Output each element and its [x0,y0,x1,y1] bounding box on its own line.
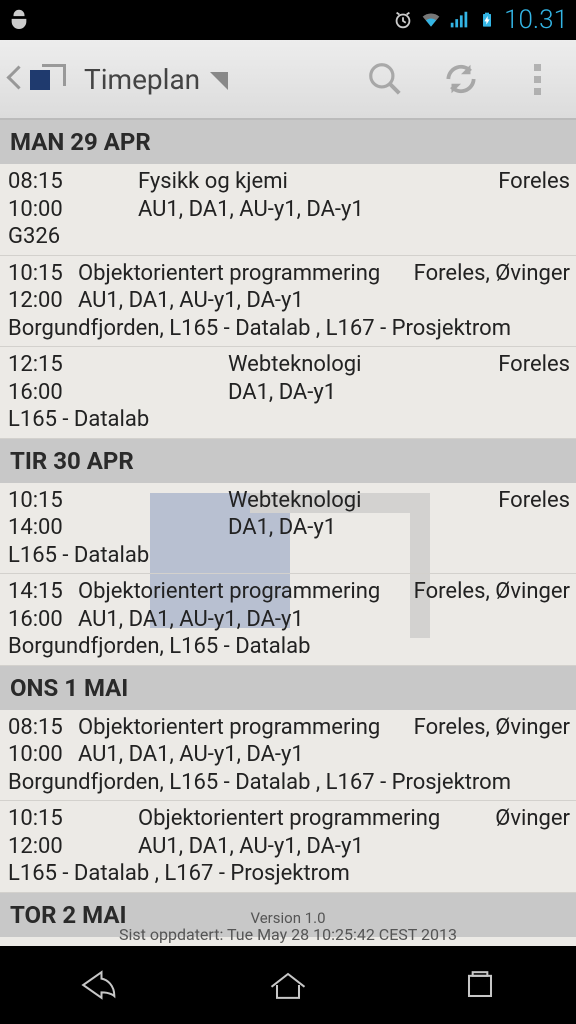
entry-room: Borgundfjorden, L165 - Datalab , L167 - … [8,315,570,343]
day-header: ONS 1 MAI [0,666,576,710]
back-chevron-icon [6,65,24,93]
entry-main: Objektorientert programmeringAU1, DA1, A… [78,805,485,860]
signal-icon [448,9,470,31]
android-debug-icon [8,7,30,29]
entry-title: Objektorientert programmering [78,578,404,606]
entry-times: 08:1510:00 [8,168,78,223]
schedule-entry[interactable]: 08:1510:00Objektorientert programmeringA… [0,710,576,802]
nav-recents-icon [458,966,502,1004]
entry-groups: AU1, DA1, AU-y1, DA-y1 [78,741,404,769]
schedule-entry[interactable]: 14:1516:00Objektorientert programmeringA… [0,574,576,666]
alarm-icon [392,9,414,31]
entry-times: 08:1510:00 [8,714,78,769]
overflow-dot-icon [534,64,541,71]
entry-title: Objektorientert programmering [138,805,485,833]
entry-room: Borgundfjorden, L165 - Datalab [8,633,570,661]
entry-groups: DA1, DA-y1 [138,514,488,542]
schedule-entry[interactable]: 10:1512:00Objektorientert programmeringA… [0,256,576,348]
entry-main: WebteknologiDA1, DA-y1 [78,487,488,542]
nav-home-button[interactable] [238,960,338,1010]
nav-recents-button[interactable] [430,960,530,1010]
refresh-button[interactable] [438,56,484,102]
entry-groups: AU1, DA1, AU-y1, DA-y1 [138,833,485,861]
refresh-icon [442,60,480,98]
entry-main: Objektorientert programmeringAU1, DA1, A… [78,714,404,769]
entry-groups: AU1, DA1, AU-y1, DA-y1 [78,606,404,634]
footer-info: Version 1.0 Sist oppdatert: Tue May 28 1… [0,910,576,946]
entry-title: Webteknologi [138,487,488,515]
page-title: Timeplan [84,63,200,96]
entry-title: Objektorientert programmering [78,260,404,288]
entry-type: Foreles [488,351,570,406]
wifi-icon [420,9,442,31]
schedule-entry[interactable]: 12:1516:00WebteknologiDA1, DA-y1ForelesL… [0,347,576,439]
action-bar: Timeplan [0,40,576,120]
entry-room: G326 [8,223,570,251]
entry-room: L165 - Datalab [8,542,570,570]
entry-type: Foreles, Øvinger [404,578,570,633]
entry-groups: AU1, DA1, AU-y1, DA-y1 [138,196,488,224]
status-clock: 10.31 [504,5,568,35]
entry-groups: AU1, DA1, AU-y1, DA-y1 [78,287,404,315]
entry-type: Foreles, Øvinger [404,260,570,315]
actionbar-title-spinner[interactable]: Timeplan [66,63,228,96]
nav-back-icon [74,966,118,1004]
schedule-entry[interactable]: 10:1512:00Objektorientert programmeringA… [0,801,576,893]
entry-room: L165 - Datalab , L167 - Prosjektrom [8,860,570,888]
entry-main: Fysikk og kjemiAU1, DA1, AU-y1, DA-y1 [78,168,488,223]
last-updated-label: Sist oppdatert: Tue May 28 10:25:42 CEST… [0,926,576,944]
search-button[interactable] [362,56,408,102]
entry-times: 14:1516:00 [8,578,78,633]
day-header: MAN 29 APR [0,120,576,164]
schedule-entry[interactable]: 10:1514:00WebteknologiDA1, DA-y1ForelesL… [0,483,576,575]
dropdown-indicator-icon [210,72,228,90]
entry-times: 10:1512:00 [8,260,78,315]
overflow-menu-button[interactable] [514,56,560,102]
schedule-list[interactable]: MAN 29 APR08:1510:00Fysikk og kjemiAU1, … [0,120,576,946]
app-logo-icon [30,64,66,94]
up-button[interactable] [6,64,66,94]
entry-times: 10:1514:00 [8,487,78,542]
entry-type: Foreles [488,487,570,542]
entry-main: Objektorientert programmeringAU1, DA1, A… [78,260,404,315]
entry-title: Fysikk og kjemi [138,168,488,196]
entry-times: 12:1516:00 [8,351,78,406]
entry-main: WebteknologiDA1, DA-y1 [78,351,488,406]
entry-room: Borgundfjorden, L165 - Datalab , L167 - … [8,769,570,797]
entry-times: 10:1512:00 [8,805,78,860]
nav-back-button[interactable] [46,960,146,1010]
status-bar: 10.31 [0,0,576,40]
search-icon [366,60,404,98]
entry-room: L165 - Datalab [8,406,570,434]
entry-title: Webteknologi [138,351,488,379]
entry-groups: DA1, DA-y1 [138,379,488,407]
entry-type: Øvinger [485,805,570,860]
entry-main: Objektorientert programmeringAU1, DA1, A… [78,578,404,633]
nav-home-icon [266,966,310,1004]
entry-type: Foreles, Øvinger [404,714,570,769]
version-label: Version 1.0 [0,910,576,927]
battery-charging-icon [476,9,498,31]
day-header: TIR 30 APR [0,439,576,483]
entry-type: Foreles [488,168,570,223]
system-nav-bar [0,946,576,1024]
schedule-entry[interactable]: 08:1510:00Fysikk og kjemiAU1, DA1, AU-y1… [0,164,576,256]
entry-title: Objektorientert programmering [78,714,404,742]
